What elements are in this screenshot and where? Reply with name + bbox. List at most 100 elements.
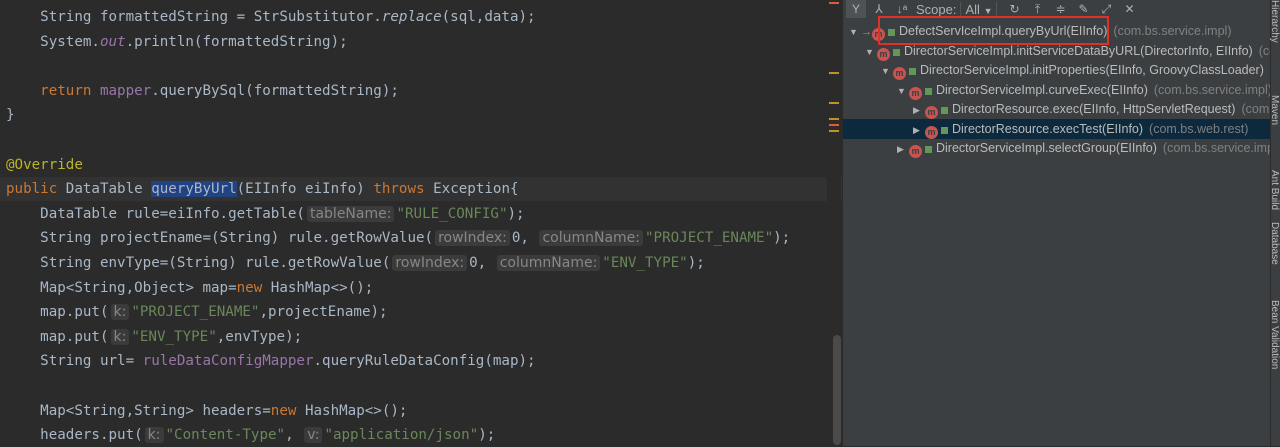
public-access-icon	[941, 126, 948, 134]
code-token: );	[773, 230, 791, 247]
code-token: Map<String,String> headers=	[6, 402, 271, 419]
code-token: .queryBySql(formattedString);	[151, 82, 399, 99]
tree-node[interactable]: ▼ m DirectorServiceImpl.initProperties(EII…	[843, 60, 1280, 80]
expand-arrow-icon[interactable]: ▼	[881, 61, 893, 80]
code-token: );	[507, 205, 525, 222]
warning-mark	[829, 118, 839, 120]
code-token: System.	[6, 33, 100, 50]
parameter-hint: v:	[304, 427, 323, 444]
code-token: map.put(	[6, 328, 109, 345]
method-signature: DirectorResource.execTest(EIInfo)	[952, 121, 1144, 136]
tool-window-tab[interactable]: Database	[1269, 222, 1280, 265]
collapse-arrow-icon[interactable]: ▶	[913, 100, 925, 119]
parameter-hint: rowIndex:	[392, 255, 468, 271]
code-line[interactable]: Map<String,Object> map=new HashMap<>();	[6, 276, 373, 300]
method-icon: m	[925, 106, 938, 119]
code-token: DataTable	[65, 181, 152, 198]
scope-dropdown[interactable]: All ▼	[965, 2, 992, 17]
method-signature: DirectorResource.exec(EIInfo, HttpServle…	[952, 102, 1236, 116]
tool-window-tab[interactable]: Ant Build	[1269, 170, 1280, 210]
code-token: );	[478, 427, 496, 444]
code-token: "application/json"	[324, 427, 479, 444]
package-name: (com.bs.service.impl)	[1113, 24, 1232, 38]
code-line[interactable]: Map<String,String> headers=new HashMap<>…	[6, 399, 407, 423]
caller-arrow-icon: →	[861, 26, 872, 38]
parameter-hint: tableName:	[306, 205, 395, 222]
code-line[interactable]: headers.put(k: "Content-Type", v: "applica…	[6, 423, 495, 447]
caller-hierarchy-icon[interactable]: Y	[846, 0, 866, 18]
code-line[interactable]: String formattedString = StrSubstitutor.…	[6, 5, 535, 29]
editor-scrollbar[interactable]	[833, 335, 841, 445]
divider	[960, 2, 962, 16]
code-line[interactable]: public DataTable queryByUrl(EIInfo eiInf…	[0, 177, 842, 202]
chevron-down-icon: ▼	[983, 5, 993, 16]
code-token: DataTable rule=eiInfo.getTable(	[6, 205, 305, 222]
warning-mark	[829, 102, 839, 104]
code-line[interactable]: String envType=(String) rule.getRowValue…	[6, 251, 705, 275]
public-access-icon	[925, 87, 932, 95]
tree-node[interactable]: ▶ m DirectorResource.exec(EIInfo, HttpServ…	[843, 99, 1280, 119]
tree-node[interactable]: ▶ m DirectorResource.execTest(EIInfo) (com.…	[843, 118, 1280, 139]
code-token: "PROJECT_ENAME"	[645, 230, 774, 247]
parameter-hint: columnName:	[539, 230, 644, 247]
code-token: public	[6, 181, 66, 198]
tool-window-tab[interactable]: Bean Validation	[1269, 300, 1280, 369]
code-line[interactable]: String url= ruleDataConfigMapper.queryRu…	[6, 349, 536, 373]
code-token: .queryRuleDataConfig(map);	[313, 353, 536, 370]
code-line[interactable]: map.put(k: "ENV_TYPE",envType);	[6, 325, 302, 349]
code-line[interactable]: }	[6, 103, 15, 127]
parameter-hint: columnName:	[496, 255, 601, 271]
close-icon[interactable]: ✕	[1119, 0, 1139, 18]
method-icon: m	[877, 47, 890, 61]
collapse-arrow-icon[interactable]: ▶	[897, 139, 909, 158]
expand-arrow-icon[interactable]: ▼	[897, 81, 909, 100]
code-token: String projectEname=(String) rule.getRow…	[6, 230, 434, 247]
code-token: throws	[373, 181, 434, 198]
divider	[996, 2, 998, 16]
code-token: );	[687, 255, 705, 271]
error-mark	[829, 2, 839, 4]
public-access-icon	[925, 146, 932, 153]
tool-window-tab[interactable]: Maven	[1269, 95, 1280, 125]
code-token: new	[236, 279, 271, 296]
public-access-icon	[941, 107, 948, 114]
method-icon: m	[893, 67, 906, 80]
expand-arrow-icon[interactable]: ▼	[865, 42, 877, 61]
code-token: queryByUrl	[151, 181, 237, 198]
code-token: return	[40, 82, 100, 99]
tree-node[interactable]: ▼ m DirectorServiceImpl.curveExec(EIInfo) (…	[843, 80, 1280, 100]
code-line[interactable]: return mapper.queryBySql(formattedString…	[6, 79, 399, 103]
code-line[interactable]: System.out.println(formattedString);	[6, 30, 348, 54]
method-signature: DirectorServiceImpl.initServiceDataByURL…	[904, 43, 1253, 58]
code-token: ,	[285, 427, 303, 444]
collapse-arrow-icon[interactable]: ▶	[913, 120, 925, 139]
code-token: mapper	[99, 82, 152, 99]
tool-window-tab[interactable]: Hierarchy	[1269, 0, 1280, 43]
code-line[interactable]: @Override	[6, 153, 83, 177]
code-token: headers.put(	[6, 427, 143, 444]
code-token: ,envType);	[216, 328, 303, 345]
code-token: new	[270, 402, 305, 419]
code-line[interactable]: DataTable rule=eiInfo.getTable(tableName…	[6, 202, 525, 226]
code-line[interactable]: map.put(k: "PROJECT_ENAME",projectEname);	[6, 300, 388, 324]
code-token: HashMap<>();	[304, 402, 408, 419]
code-token: Exception{	[433, 181, 519, 198]
code-line[interactable]: String projectEname=(String) rule.getRow…	[6, 226, 790, 250]
code-editor[interactable]: String formattedString = StrSubstitutor.…	[0, 0, 842, 446]
expand-arrow-icon[interactable]: ▼	[849, 22, 861, 41]
call-hierarchy-panel: Y ⅄ ↓ᵃ Scope: All ▼ ↻ ⤒ ≑ ✎ ⤢ ✕ ▼ → m Defec…	[842, 0, 1280, 446]
tree-node[interactable]: ▶ m DirectorServiceImpl.selectGroup(EIInfo…	[843, 138, 1280, 158]
code-token: 0,	[511, 230, 538, 247]
package-name: (com.bs.web.rest)	[1149, 121, 1249, 136]
package-name: (com.bs.service.impl)	[1153, 82, 1272, 97]
code-token: "ENV_TYPE"	[131, 328, 217, 345]
code-token: Map<String,Object> map=	[6, 279, 237, 296]
warning-mark	[829, 130, 839, 132]
code-token: ruleDataConfigMapper	[142, 353, 314, 370]
code-token: "ENV_TYPE"	[602, 255, 688, 271]
scope-value: All	[965, 1, 980, 17]
code-token: ,projectEname);	[259, 304, 388, 321]
code-token: .println(formattedString);	[125, 33, 348, 50]
code-token: "RULE_CONFIG"	[396, 205, 508, 222]
